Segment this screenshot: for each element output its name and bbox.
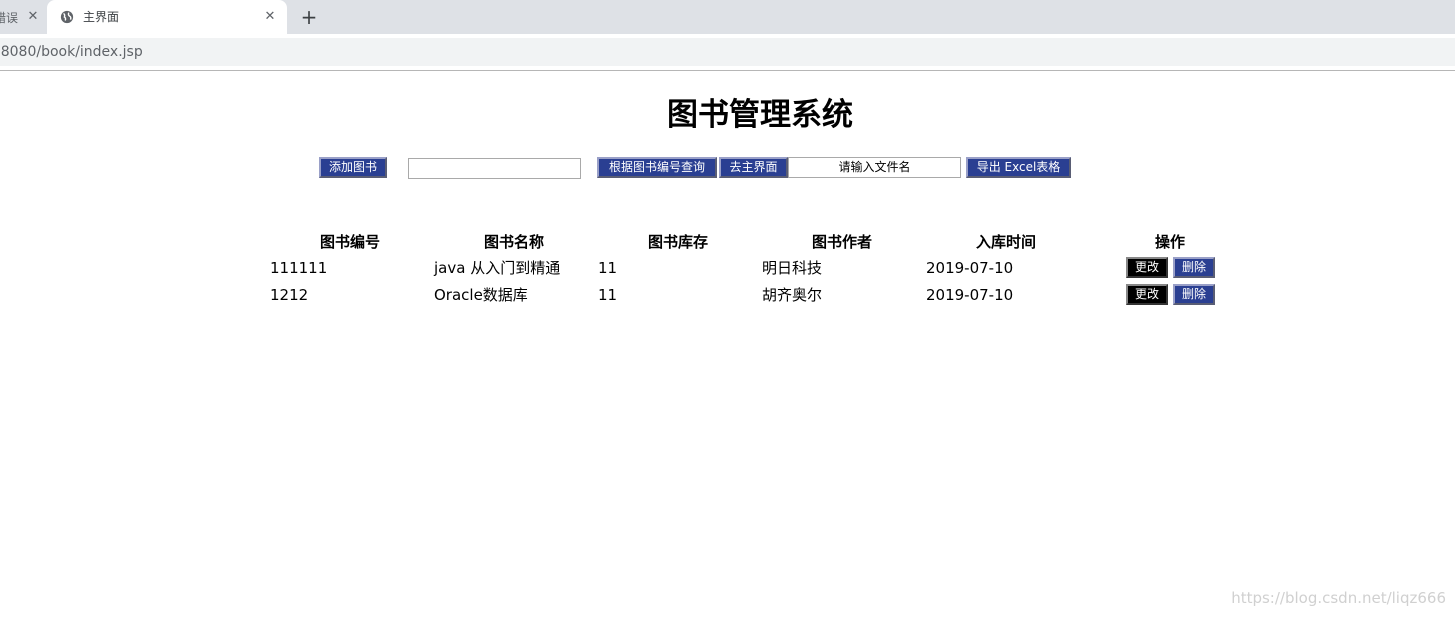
- browser-tab-strip: 错误 ✕ 主界面 ✕ +: [0, 0, 1455, 34]
- cell-book-id: 111111: [270, 259, 328, 277]
- column-header-stock: 图书库存: [647, 233, 708, 251]
- browser-toolbar: :8080/book/index.jsp: [0, 34, 1455, 71]
- tab-title: 主界面: [83, 10, 120, 24]
- edit-button[interactable]: 更改: [1126, 284, 1168, 305]
- cell-book-stock: 11: [598, 259, 618, 277]
- globe-icon: [60, 10, 74, 24]
- book-id-search-input[interactable]: [408, 158, 581, 179]
- go-home-button[interactable]: 去主界面: [719, 157, 788, 178]
- tab-main[interactable]: 主界面 ✕: [47, 0, 287, 34]
- search-by-id-button[interactable]: 根据图书编号查询: [597, 157, 717, 178]
- cell-book-stock: 11: [598, 286, 618, 304]
- column-header-actions: 操作: [1154, 233, 1185, 251]
- close-icon[interactable]: ✕: [262, 9, 278, 25]
- cell-book-name: Oracle数据库: [434, 286, 528, 304]
- tab-error[interactable]: 错误 ✕: [0, 0, 47, 34]
- cell-entry-date: 2019-07-10: [926, 259, 1014, 277]
- column-header-date: 入库时间: [975, 233, 1036, 251]
- export-excel-button[interactable]: 导出 Excel表格: [966, 157, 1071, 178]
- new-tab-button[interactable]: +: [298, 6, 320, 28]
- url-text: :8080/book/index.jsp: [0, 44, 143, 60]
- page-title: 图书管理系统: [667, 97, 853, 133]
- cell-entry-date: 2019-07-10: [926, 286, 1014, 304]
- delete-button[interactable]: 删除: [1173, 257, 1215, 278]
- cell-book-author: 明日科技: [762, 259, 823, 277]
- cell-book-name: java 从入门到精通: [434, 259, 561, 277]
- close-icon[interactable]: ✕: [25, 9, 41, 25]
- column-header-name: 图书名称: [483, 233, 544, 251]
- cell-book-author: 胡齐奥尔: [762, 286, 823, 304]
- delete-button[interactable]: 删除: [1173, 284, 1215, 305]
- column-header-id: 图书编号: [319, 233, 380, 251]
- cell-book-id: 1212: [270, 286, 309, 304]
- watermark: https://blog.csdn.net/liqz666: [1231, 589, 1446, 607]
- edit-button[interactable]: 更改: [1126, 257, 1168, 278]
- address-bar[interactable]: :8080/book/index.jsp: [0, 38, 1455, 66]
- add-book-button[interactable]: 添加图书: [319, 157, 387, 178]
- column-header-author: 图书作者: [811, 233, 872, 251]
- filename-input[interactable]: 请输入文件名: [788, 157, 961, 178]
- tab-title: 错误: [0, 10, 19, 25]
